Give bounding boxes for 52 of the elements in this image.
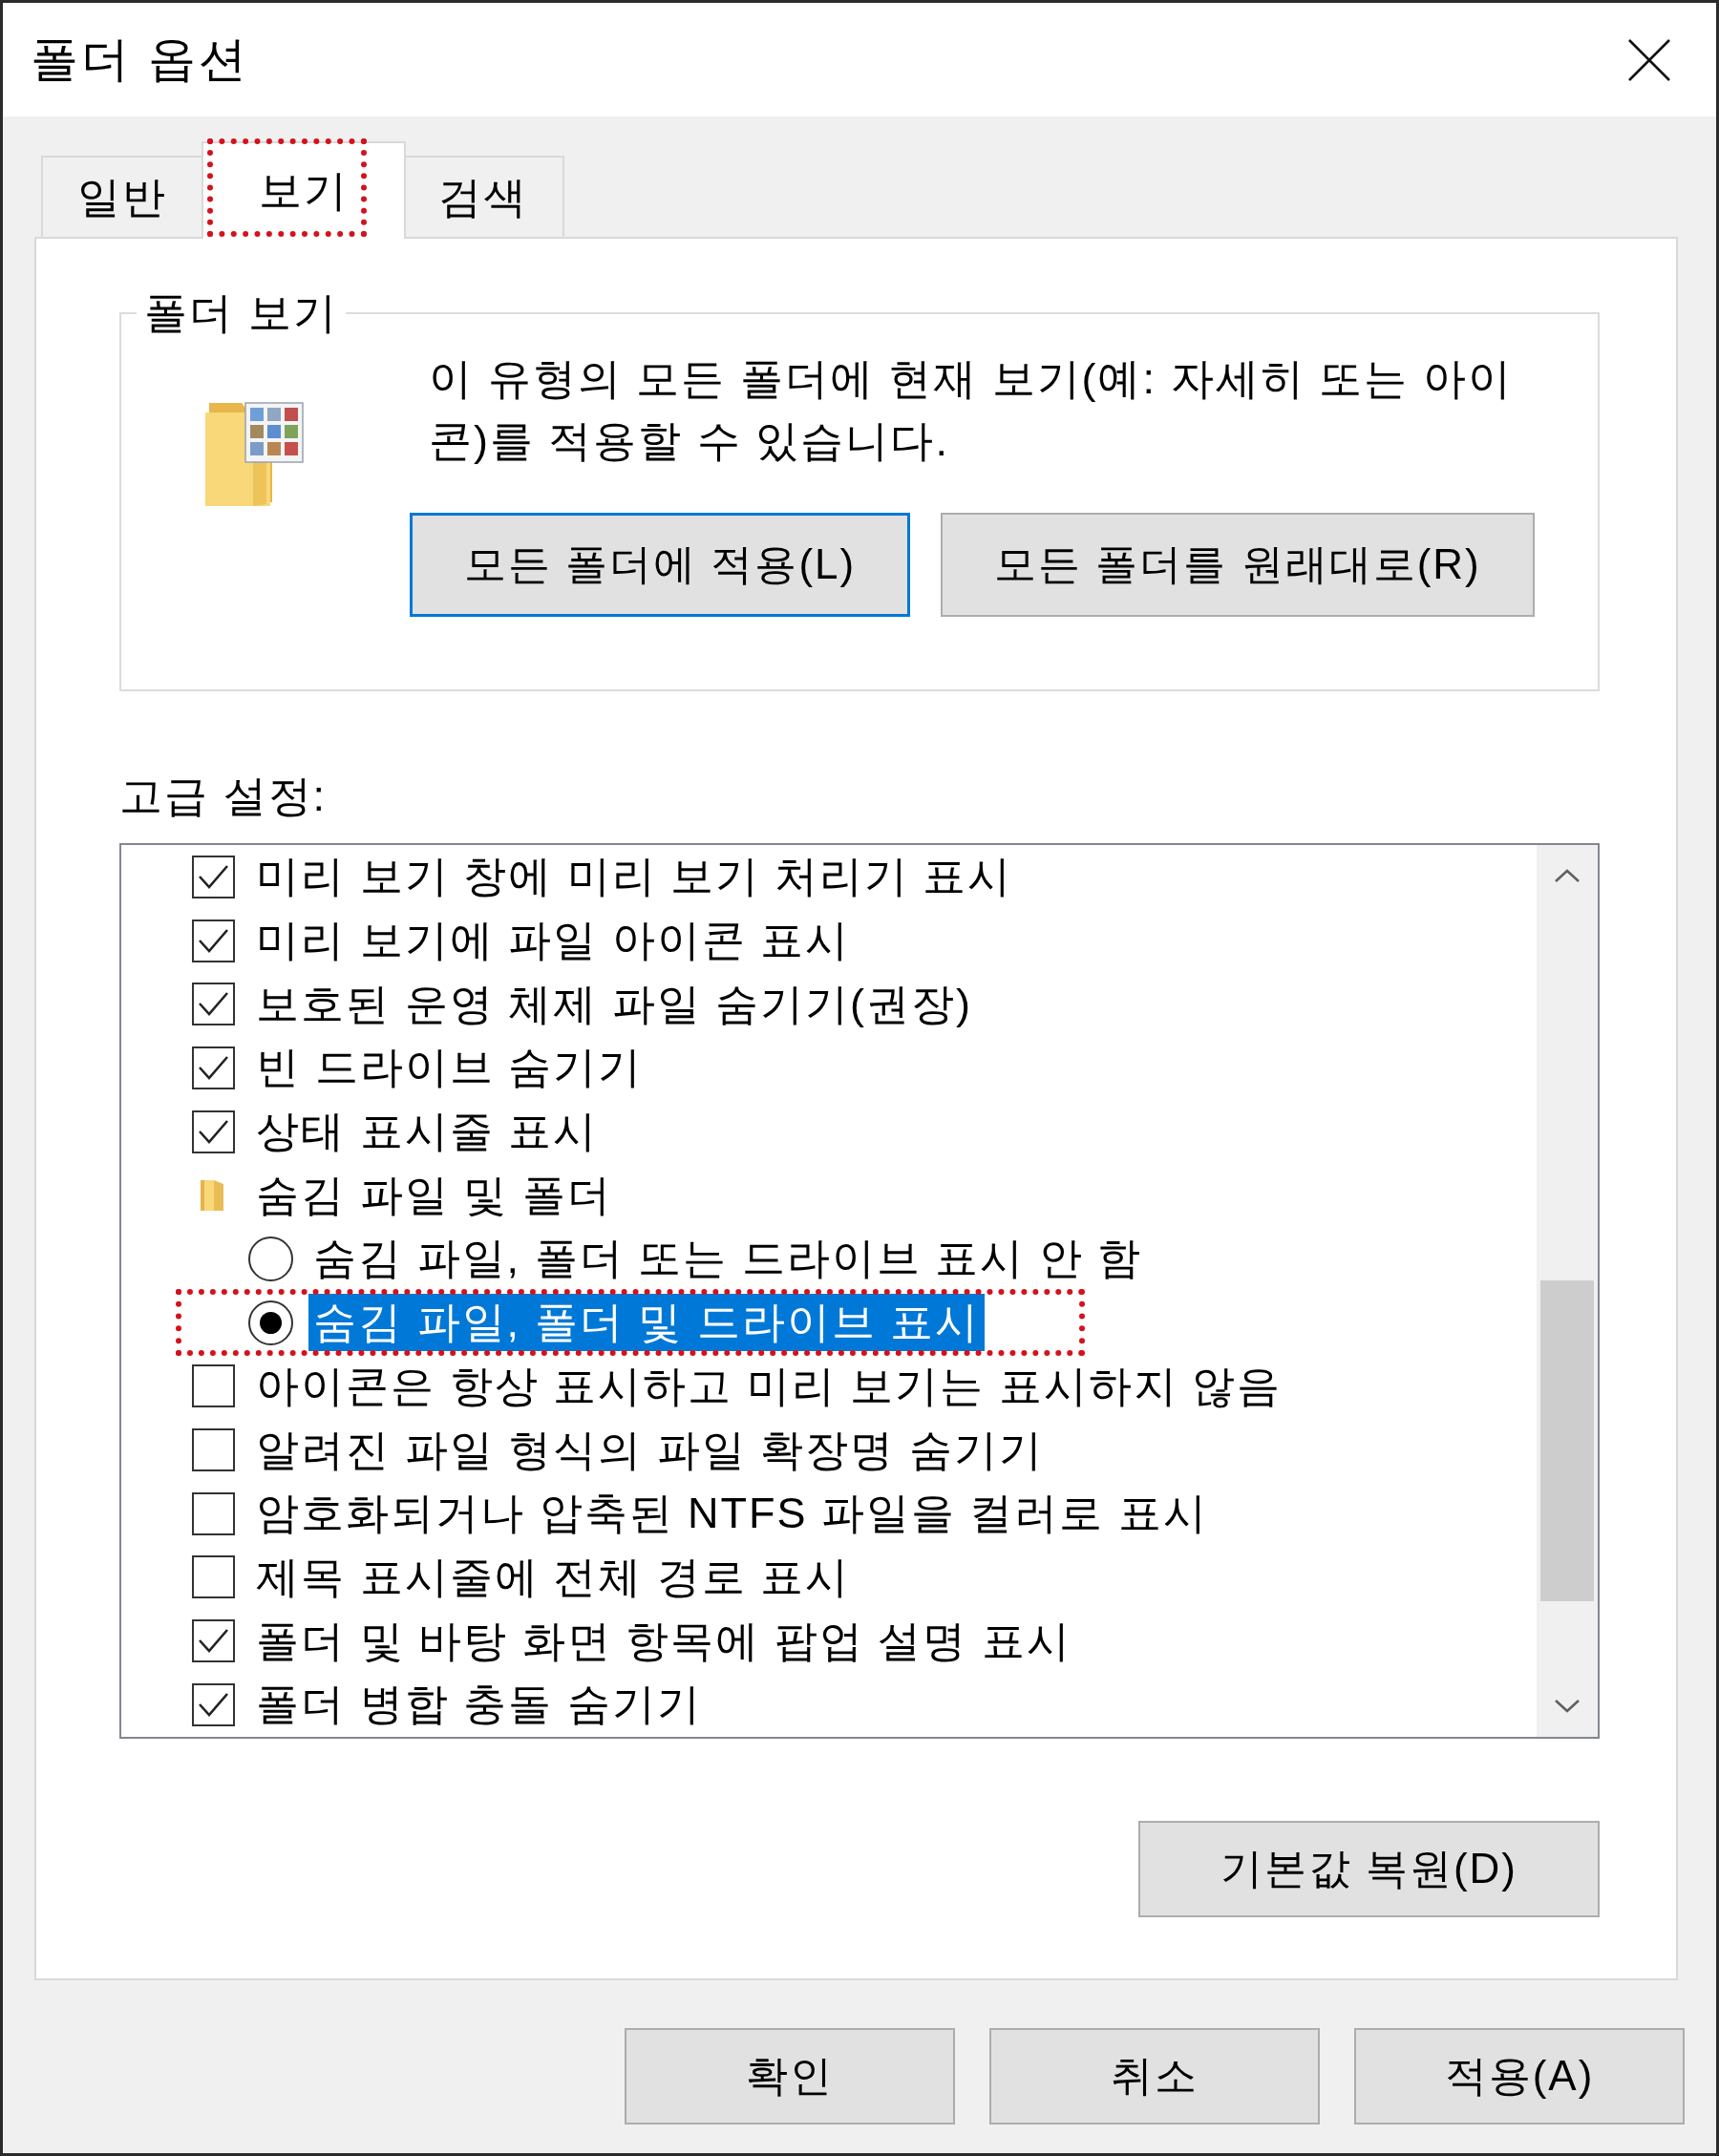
group-title: 폴더 보기 — [143, 288, 339, 338]
setting-label[interactable]: 미리 보기 창에 미리 보기 처리기 표시 — [251, 848, 1017, 906]
setting-label[interactable]: 숨김 파일, 폴더 또는 드라이브 표시 안 함 — [308, 1230, 1148, 1288]
checkmark-icon — [198, 1054, 229, 1081]
setting-label[interactable]: 알려진 파일 형식의 파일 확장명 숨기기 — [251, 1421, 1049, 1479]
setting-label[interactable]: 암호화되거나 압축된 NTFS 파일을 컬러로 표시 — [251, 1485, 1213, 1543]
setting-label[interactable]: 폴더 병합 충돌 숨기기 — [251, 1676, 707, 1734]
checkbox[interactable] — [192, 983, 235, 1026]
checkmark-icon — [198, 927, 229, 954]
checkmark-icon — [198, 1691, 229, 1718]
checkmark-icon — [198, 1628, 229, 1655]
tab[interactable]: 보기 — [202, 141, 406, 239]
chevron-down-icon — [1554, 1699, 1581, 1714]
checkbox[interactable] — [192, 1682, 235, 1726]
checkbox[interactable] — [192, 1110, 235, 1153]
checkbox[interactable] — [192, 1491, 235, 1535]
checkmark-icon — [198, 863, 229, 890]
checkbox[interactable] — [192, 919, 235, 962]
checkmark-icon — [198, 1118, 229, 1145]
checkbox[interactable] — [192, 855, 235, 898]
restore-defaults-button[interactable]: 기본값 복원(D) — [1137, 1821, 1600, 1917]
setting-label[interactable]: 상태 표시줄 표시 — [251, 1103, 603, 1161]
setting-label[interactable]: 폴더 및 바탕 화면 항목에 팝업 설명 표시 — [251, 1612, 1076, 1670]
dialog-button[interactable]: 취소 — [989, 2028, 1320, 2124]
apply-button[interactable]: 모든 폴더에 적용(L) — [410, 513, 911, 617]
description-text: 이 유형의 모든 폴더에 현재 보기(예: 자세히 또는 아이콘)를 적용할 수 있습니다. — [429, 353, 1514, 467]
checkbox[interactable] — [192, 1428, 235, 1472]
window-title: 폴더 옵션 — [31, 32, 250, 88]
checkmark-icon — [198, 991, 229, 1018]
setting-label[interactable]: 숨김 파일, 폴더 및 드라이브 표시 — [308, 1294, 985, 1352]
section-label: 고급 설정: — [119, 772, 327, 821]
checkbox[interactable] — [192, 1364, 235, 1408]
chevron-up-icon — [1554, 868, 1581, 883]
radio-button[interactable] — [248, 1236, 293, 1281]
setting-label[interactable]: 미리 보기에 파일 아이콘 표시 — [251, 912, 855, 970]
setting-label[interactable]: 보호된 운영 체제 파일 숨기기(권장) — [251, 975, 977, 1033]
checkbox[interactable] — [192, 1555, 235, 1599]
setting-label[interactable]: 빈 드라이브 숨기기 — [251, 1039, 647, 1097]
dialog-button[interactable]: 확인 — [625, 2028, 955, 2124]
tab[interactable]: 일반 — [41, 156, 203, 237]
setting-label[interactable]: 아이콘은 항상 표시하고 미리 보기는 표시하지 않음 — [251, 1357, 1286, 1415]
setting-label[interactable]: 숨김 파일 및 폴더 — [251, 1166, 617, 1224]
setting-label[interactable]: 제목 표시줄에 전체 경로 표시 — [251, 1548, 855, 1606]
checkbox[interactable] — [192, 1619, 235, 1663]
folder-icon — [203, 399, 306, 509]
close-icon — [1628, 38, 1670, 81]
checkbox[interactable] — [192, 1046, 235, 1089]
tab[interactable]: 검색 — [404, 156, 564, 237]
scrollbar-thumb[interactable] — [1540, 1280, 1594, 1601]
dialog-button[interactable]: 적용(A) — [1354, 2028, 1685, 2124]
apply-button[interactable]: 모든 폴더를 원래대로(R) — [941, 513, 1535, 617]
radio-button[interactable] — [248, 1300, 293, 1345]
